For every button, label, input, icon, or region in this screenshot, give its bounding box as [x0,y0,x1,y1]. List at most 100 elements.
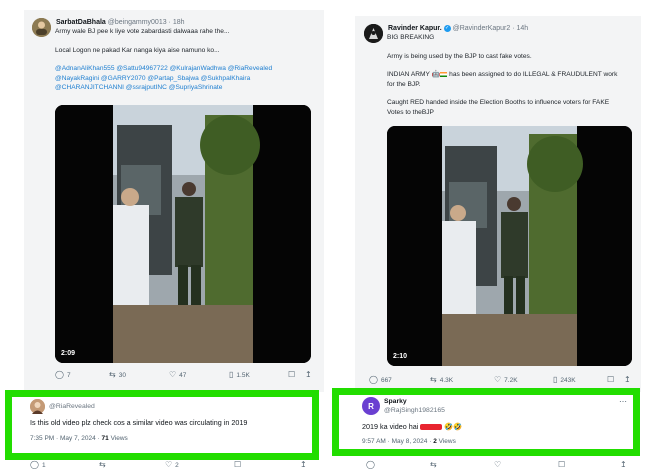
reply-icon: ◯ [366,460,375,469]
avatar-letter: R [368,401,374,411]
bookmark-icon: ☐ [558,460,566,469]
retweet-count: 30 [118,371,126,379]
reply-button[interactable]: ◯ 667 [369,376,392,384]
reply-button[interactable]: ◯ [366,461,375,469]
share-icon: ↥ [300,460,307,469]
avatar[interactable] [364,24,383,43]
reply-timestamp[interactable]: 9:57 AM · May 8, 2024 · [362,438,433,445]
india-flag-icon [440,71,448,77]
reply-icon: ◯ [30,460,39,469]
retweet-button[interactable]: ⇆ 4.3K [430,376,453,384]
redaction-mark [420,424,443,431]
view-count: 243K [560,376,576,384]
author-handle[interactable]: @RavinderKapur2 · 14h [453,25,529,32]
tweet-text-line: Votes to theBJP [387,108,434,116]
avatar[interactable] [30,399,45,414]
author-name[interactable]: Ravinder Kapur. [388,25,442,32]
author-name[interactable]: SarbatDaBhala [56,19,106,26]
soldier-emoji-icon: 🤖 [431,71,441,78]
video-duration: 2:09 [61,350,76,357]
right-tweet-body: BIG BREAKING Army is being used by the B… [387,33,635,117]
share-button[interactable]: ↥ [624,376,631,384]
author-handle[interactable]: @beingammy0013 · 18h [108,19,185,26]
bookmark-icon: ☐ [607,375,615,384]
share-icon: ↥ [624,375,631,384]
bookmark-button[interactable]: ☐ [288,371,295,379]
views-icon: ▯ [229,370,234,379]
bookmark-icon: ☐ [288,370,296,379]
left-reply-text: Is this old video plz check cos a simila… [30,418,248,427]
avatar-image [30,399,45,414]
share-icon: ↥ [305,370,312,379]
author-handle[interactable]: @RajSingh1982165 [384,406,445,415]
share-button[interactable]: ↥ [300,461,307,469]
left-reply-actions: ◯ 1 ⇆ ♡ 2 ☐ ↥ [30,460,320,474]
share-icon: ↥ [620,460,627,469]
retweet-icon: ⇆ [109,370,116,379]
video-frame [387,126,632,366]
left-tweet-body: Army wale BJ pee k liye vote zabardasti … [55,27,317,93]
more-icon[interactable]: ⋯ [619,397,627,406]
views-label: Views [108,435,128,442]
tweet-text-line: Caught RED handed inside the Election Bo… [387,99,610,106]
like-button[interactable]: ♡ 47 [169,371,186,379]
reply-button[interactable]: ◯ 1 [30,461,46,469]
like-icon: ♡ [494,375,502,384]
retweet-button[interactable]: ⇆ 30 [109,371,126,379]
mention-links[interactable]: @NayakRagini @GARRY2070 @Partap_Sbajwa @… [55,74,317,84]
bookmark-button[interactable]: ☐ [234,461,241,469]
avatar[interactable]: R [362,397,380,415]
right-reply-highlight: R Sparky @RajSingh1982165 ⋯ 2019 ka vide… [332,388,640,456]
like-button[interactable]: ♡ [494,461,501,469]
tweet-text-line: for the BJP. [387,80,421,88]
retweet-button[interactable]: ⇆ [430,461,437,469]
left-tweet-actions: ◯ 7 ⇆ 30 ♡ 47 ▯ 1.5K ☐ ↥ [55,369,317,381]
share-button[interactable]: ↥ [620,461,627,469]
view-count: 1.5K [236,371,250,379]
right-tweet-actions: ◯ 667 ⇆ 4.3K ♡ 7.2K ▯ 243K ☐ ↥ [369,374,635,386]
reply-count: 7 [66,371,71,379]
views-button[interactable]: ▯ 243K [553,376,576,384]
bookmark-button[interactable]: ☐ [607,376,614,384]
retweet-button[interactable]: ⇆ [99,461,106,469]
tweet-text-line: INDIAN ARMY 🤖 has been assigned to do IL… [387,70,635,80]
reply-button[interactable]: ◯ 7 [55,371,71,379]
views-count: 71 [101,435,109,442]
like-button[interactable]: ♡ 7.2K [494,376,518,384]
video-duration: 2:10 [393,353,408,360]
tweet-text-fragment: has been assigned to do ILLEGAL & FRAUDU… [449,71,618,78]
tweet-text-line: BIG BREAKING [387,34,435,41]
avatar-image [32,18,51,37]
like-icon: ♡ [169,370,177,379]
like-count: 2 [175,461,179,469]
avatar-image [364,24,383,43]
views-button[interactable]: ▯ 1.5K [229,371,250,379]
right-video-player[interactable]: 2:10 [387,126,632,366]
laughing-emoji: 🤣🤣 [444,422,463,431]
right-reply-actions: ◯ ⇆ ♡ ☐ ↥ [366,460,636,474]
like-icon: ♡ [165,460,173,469]
tweet-text-fragment: INDIAN ARMY [387,71,430,78]
like-button[interactable]: ♡ 2 [165,461,179,469]
author-handle[interactable]: @RiaRevealed [49,403,95,410]
mention-links[interactable]: @CHARANJITCHANNI @ssrajputINC @SupriyaSh… [55,83,317,93]
left-reply-header: @RiaRevealed [30,399,95,414]
right-reply-header: R Sparky @RajSingh1982165 [362,397,445,415]
retweet-count: 4.3K [439,376,454,384]
right-reply-meta: 9:57 AM · May 8, 2024 · 2 Views [362,438,456,445]
views-icon: ▯ [553,375,558,384]
bookmark-button[interactable]: ☐ [558,461,565,469]
reply-timestamp[interactable]: 7:35 PM · May 7, 2024 · [30,435,102,442]
right-reply-text: 2019 ka video hai 🤣🤣 [362,422,462,431]
mention-links[interactable]: @AdnanAliKhan555 @Sattu94967722 @Kulraja… [55,64,317,74]
retweet-icon: ⇆ [430,375,437,384]
share-button[interactable]: ↥ [305,371,312,379]
tweet-text-line: Local Logon ne pakad Kar nanga kiya aise… [55,46,220,54]
avatar[interactable] [32,18,51,37]
left-video-player[interactable]: 2:09 [55,105,311,363]
left-tweet-card[interactable]: SarbatDaBhala @beingammy0013 · 18h Army … [24,10,324,392]
author-name[interactable]: Sparky [384,397,445,406]
tweet-text-line: Army is being used by the BJP to cast fa… [387,52,532,60]
right-tweet-card[interactable]: Ravinder Kapur. ✓ @RavinderKapur2 · 14h … [355,16,641,392]
verified-icon: ✓ [443,24,451,32]
